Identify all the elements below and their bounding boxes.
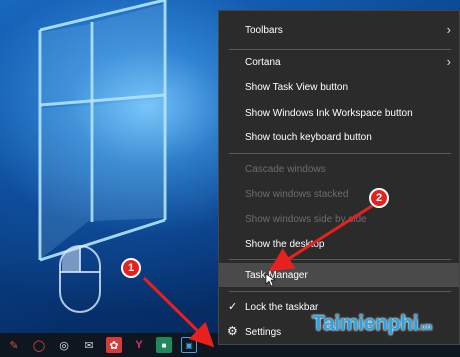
- menu-item-show-desktop[interactable]: Show the desktop: [219, 232, 459, 256]
- watermark-suffix: .vn: [418, 322, 432, 333]
- checkmark-icon: ✓: [228, 301, 238, 313]
- menu-item-ink-workspace[interactable]: Show Windows Ink Workspace button: [219, 101, 459, 125]
- menu-separator: [229, 153, 451, 154]
- menu-separator: [229, 291, 451, 292]
- video-icon[interactable]: ■: [156, 337, 172, 353]
- callout-badge-2: 2: [369, 188, 389, 208]
- menu-item-side-by-side: Show windows side by side: [219, 207, 459, 231]
- app-icon[interactable]: ◯: [31, 337, 47, 353]
- watermark-brand: Taimienphi: [312, 312, 419, 335]
- menu-item-touch-keyboard[interactable]: Show touch keyboard button: [219, 125, 459, 149]
- menu-item-task-view[interactable]: Show Task View button: [219, 75, 459, 99]
- paint-icon[interactable]: ✿: [106, 337, 122, 353]
- menu-item-label: Show windows stacked: [245, 188, 349, 200]
- mail-icon[interactable]: ✉: [81, 337, 97, 353]
- watermark-logo: Taimienphi.vn: [312, 312, 432, 336]
- gear-icon: ⚙: [227, 324, 238, 338]
- menu-item-label: Cortana: [245, 56, 281, 68]
- menu-item-label: Task Manager: [245, 269, 308, 281]
- flag-icon[interactable]: Y: [131, 337, 147, 353]
- menu-item-label: Show the desktop: [245, 238, 325, 250]
- menu-separator: [229, 259, 451, 260]
- wifi-icon[interactable]: ◎: [56, 337, 72, 353]
- menu-item-label: Show touch keyboard button: [245, 131, 372, 143]
- menu-item-stacked: Show windows stacked: [219, 182, 459, 206]
- menu-item-label: Settings: [245, 326, 282, 338]
- menu-item-cortana[interactable]: Cortana ›: [219, 50, 459, 74]
- menu-item-label: Cascade windows: [245, 163, 326, 175]
- chevron-right-icon: ›: [446, 54, 451, 69]
- menu-item-task-manager[interactable]: Task Manager: [219, 263, 459, 287]
- taskbar-context-menu: Toolbars › Cortana › Show Task View butt…: [218, 10, 460, 345]
- menu-item-label: Show windows side by side: [245, 213, 367, 225]
- menu-item-label: Show Task View button: [245, 81, 349, 93]
- menu-item-label: Toolbars: [245, 24, 283, 36]
- pin-icon[interactable]: ✎: [6, 337, 22, 353]
- chevron-right-icon: ›: [446, 22, 451, 37]
- menu-item-toolbars[interactable]: Toolbars ›: [219, 18, 459, 42]
- callout-badge-1: 1: [121, 258, 141, 278]
- menu-item-label: Show Windows Ink Workspace button: [245, 107, 413, 119]
- window-icon[interactable]: ▣: [181, 337, 197, 353]
- menu-item-label: Lock the taskbar: [245, 301, 319, 313]
- menu-item-cascade: Cascade windows: [219, 157, 459, 181]
